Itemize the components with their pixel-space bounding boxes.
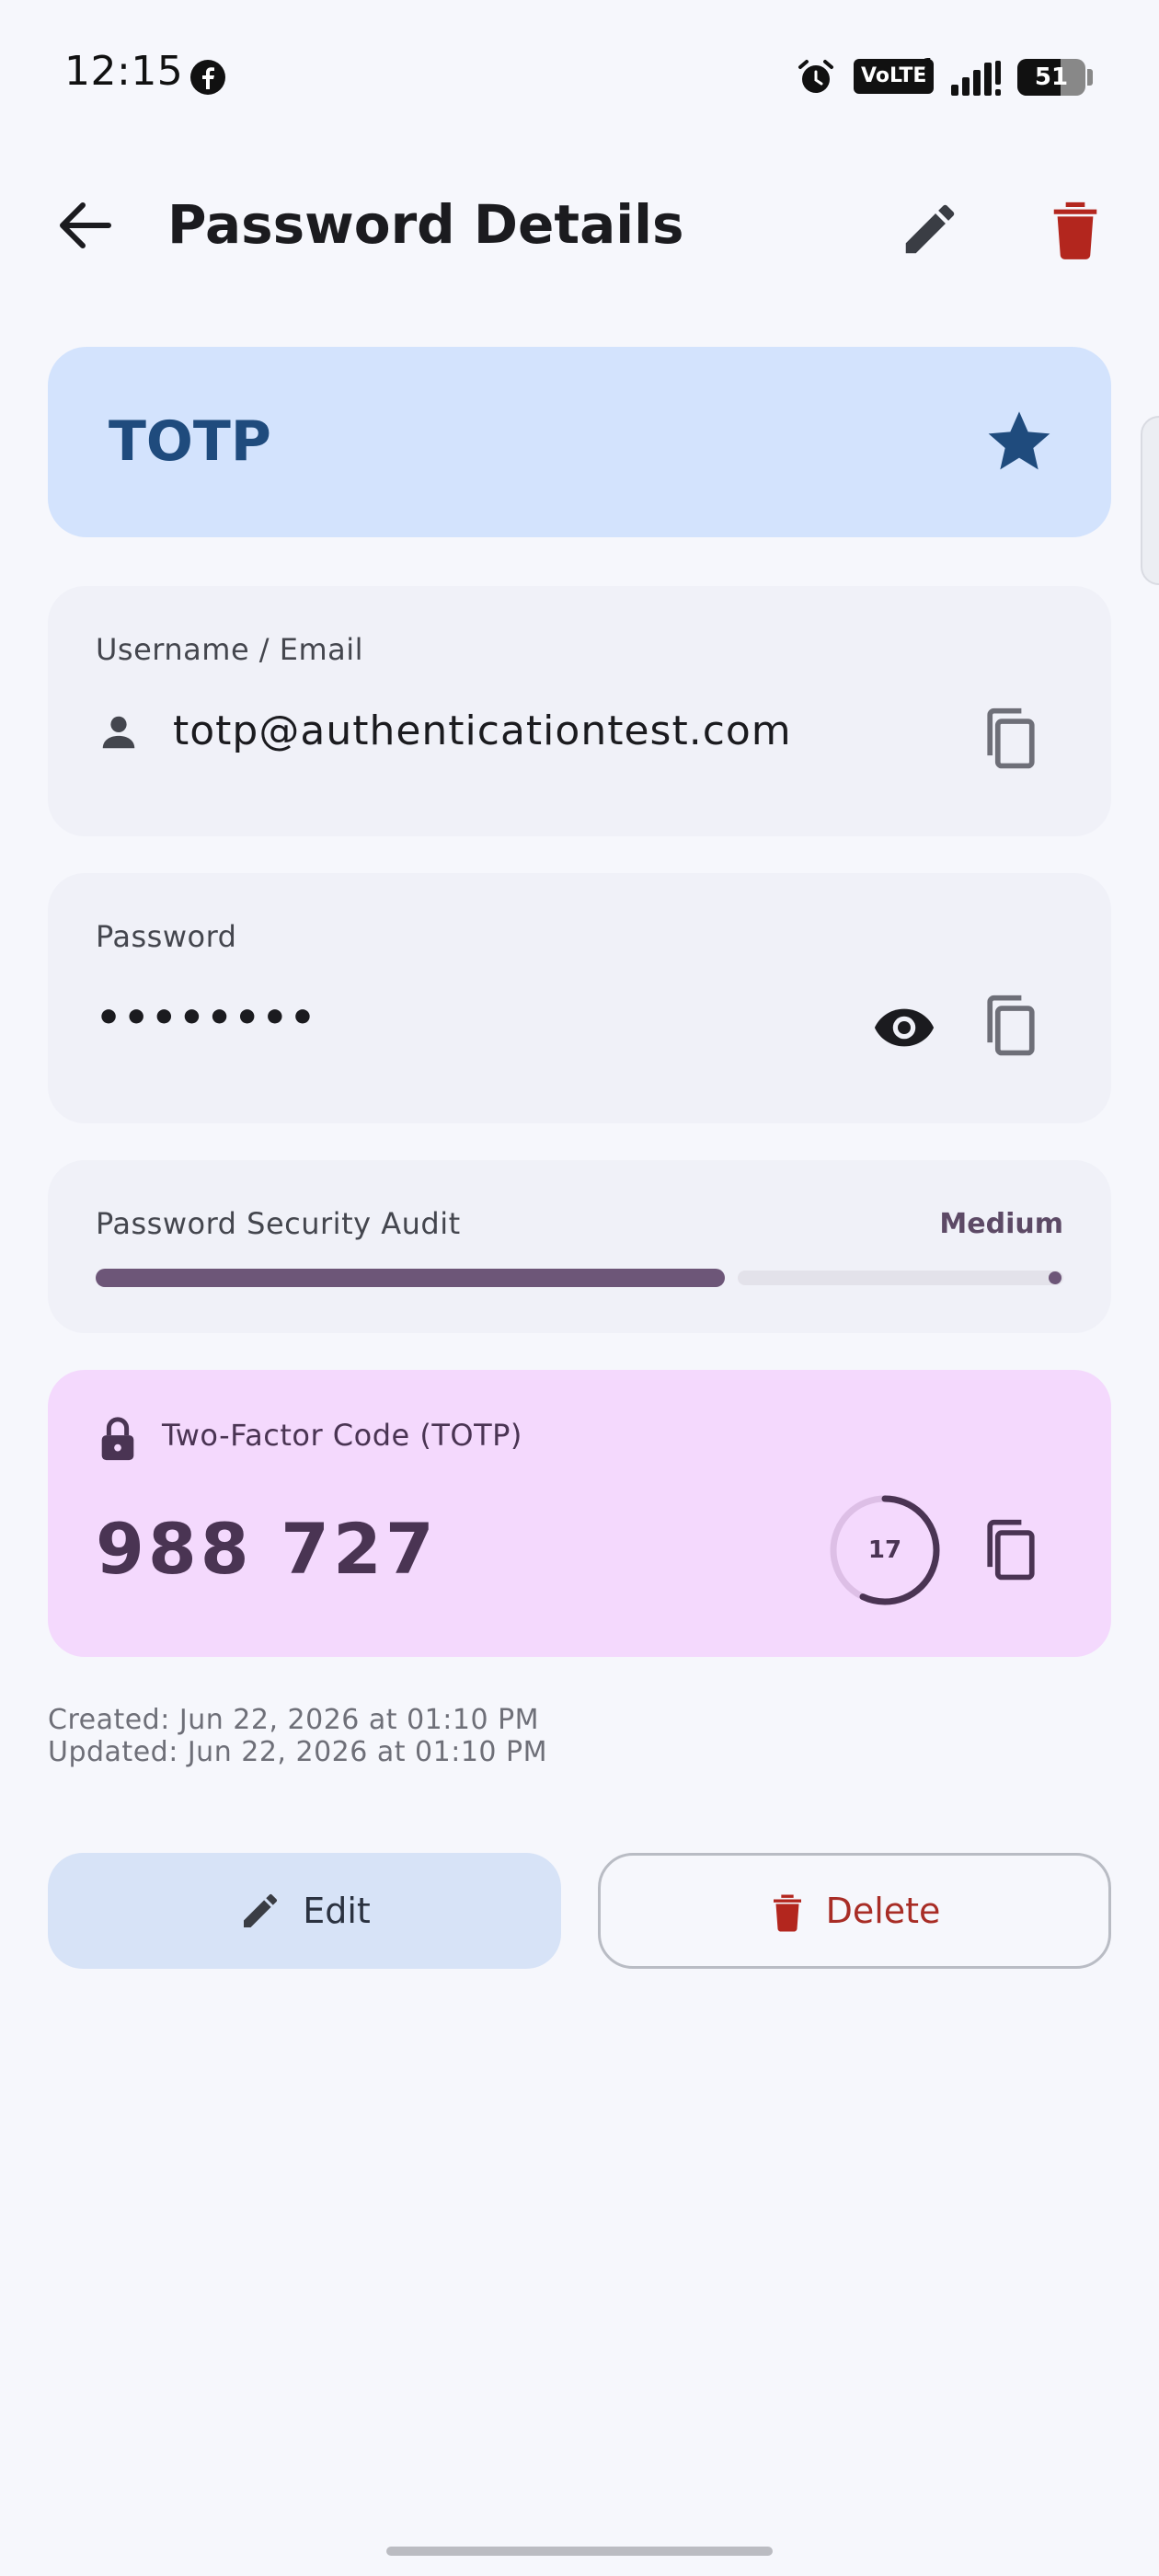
star-icon[interactable] [982, 404, 1056, 477]
delete-button[interactable]: Delete [598, 1853, 1111, 1969]
password-value[interactable]: •••••••• [96, 995, 317, 1041]
volte-sim-indicator: 1 [923, 55, 935, 75]
audit-label: Password Security Audit [96, 1206, 461, 1241]
strength-bar-end-dot [1049, 1271, 1061, 1284]
countdown-seconds: 17 [867, 1536, 902, 1564]
page-title: Password Details [167, 193, 684, 256]
home-indicator[interactable] [386, 2547, 773, 2556]
password-card: Password •••••••• [48, 873, 1111, 1123]
totp-card: Two-Factor Code (TOTP) 988 727 17 [48, 1370, 1111, 1657]
battery-indicator: 51 [1017, 59, 1085, 96]
totp-label: Two-Factor Code (TOTP) [162, 1418, 522, 1453]
arrow-back-icon[interactable] [53, 198, 118, 253]
pencil-icon[interactable] [898, 197, 962, 261]
username-value[interactable]: totp@authenticationtest.com [173, 707, 792, 754]
eye-icon[interactable] [872, 1000, 936, 1055]
alarm-icon [798, 60, 833, 93]
battery-cap [1087, 69, 1093, 86]
strength-bar-fill [96, 1269, 725, 1287]
edit-button[interactable]: Edit [48, 1853, 561, 1969]
username-label: Username / Email [96, 632, 364, 667]
username-card: Username / Email totp@authenticationtest… [48, 586, 1111, 836]
totp-code[interactable]: 988 727 [96, 1508, 438, 1590]
strength-badge: Medium [939, 1208, 1063, 1240]
security-audit-card: Password Security Audit Medium [48, 1160, 1111, 1333]
edge-panel-handle[interactable] [1141, 416, 1159, 585]
entry-header-card: TOTP [48, 347, 1111, 537]
copy-icon[interactable] [979, 706, 1043, 774]
copy-icon[interactable] [979, 1517, 1043, 1585]
password-label: Password [96, 919, 237, 954]
trash-icon [773, 1894, 801, 1932]
trash-icon[interactable] [1047, 195, 1104, 259]
person-icon [102, 716, 135, 749]
updated-timestamp: Updated: Jun 22, 2026 at 01:10 PM [48, 1736, 548, 1768]
status-time: 12:15 [64, 48, 184, 95]
delete-button-label: Delete [825, 1891, 941, 1931]
strength-bar-track [738, 1271, 1063, 1285]
copy-icon[interactable] [979, 993, 1043, 1061]
battery-level: 51 [1034, 63, 1069, 91]
entry-title: TOTP [109, 409, 271, 474]
pencil-icon [244, 1893, 278, 1927]
facebook-icon [190, 60, 225, 95]
created-timestamp: Created: Jun 22, 2026 at 01:10 PM [48, 1704, 540, 1736]
signal-icon [951, 61, 1001, 96]
lock-icon [101, 1417, 134, 1461]
edit-button-label: Edit [303, 1891, 371, 1931]
